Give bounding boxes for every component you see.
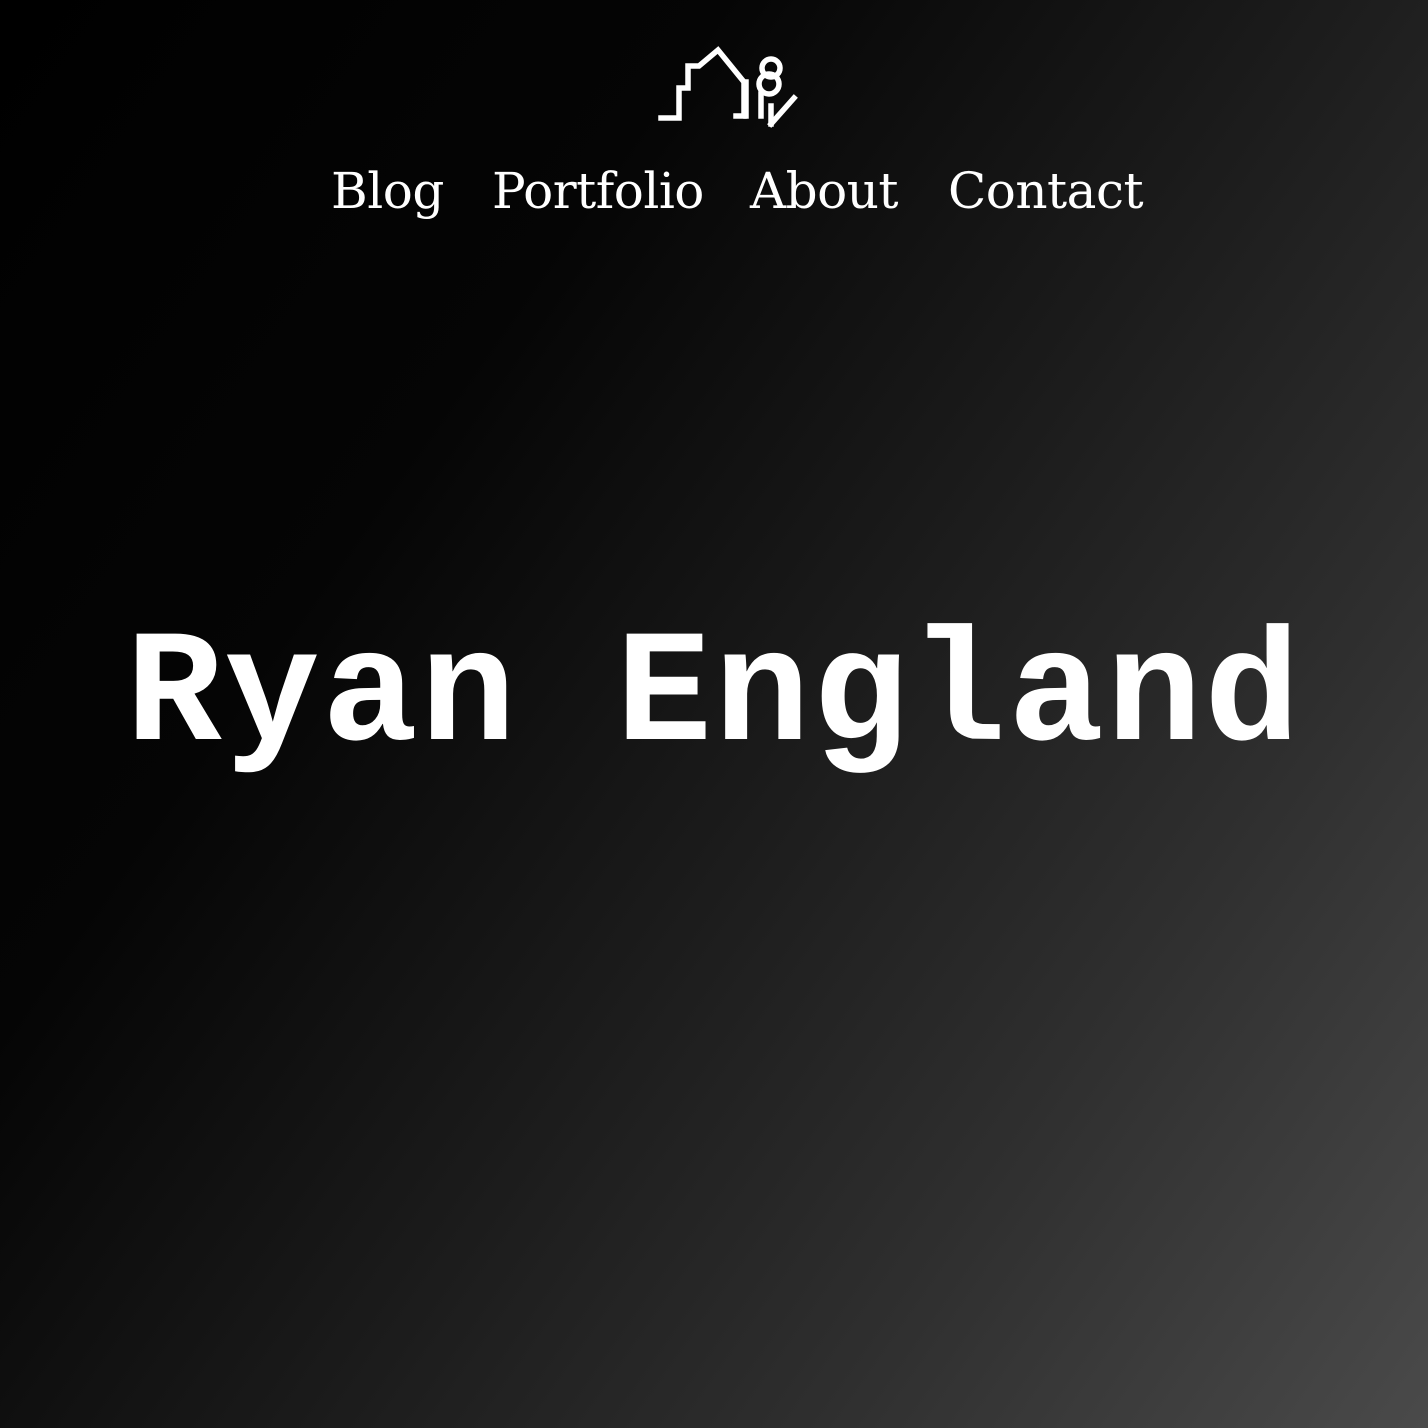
nav-link-blog[interactable]: Blog: [331, 158, 444, 224]
nav-link-portfolio[interactable]: Portfolio: [492, 158, 704, 224]
house-tree-logo-icon[interactable]: [658, 46, 798, 130]
nav-link-contact[interactable]: Contact: [948, 158, 1144, 224]
main-nav: Blog Portfolio About Contact: [0, 158, 1428, 228]
hero-title: Ryan England: [125, 607, 1303, 788]
nav-link-about[interactable]: About: [750, 158, 899, 224]
